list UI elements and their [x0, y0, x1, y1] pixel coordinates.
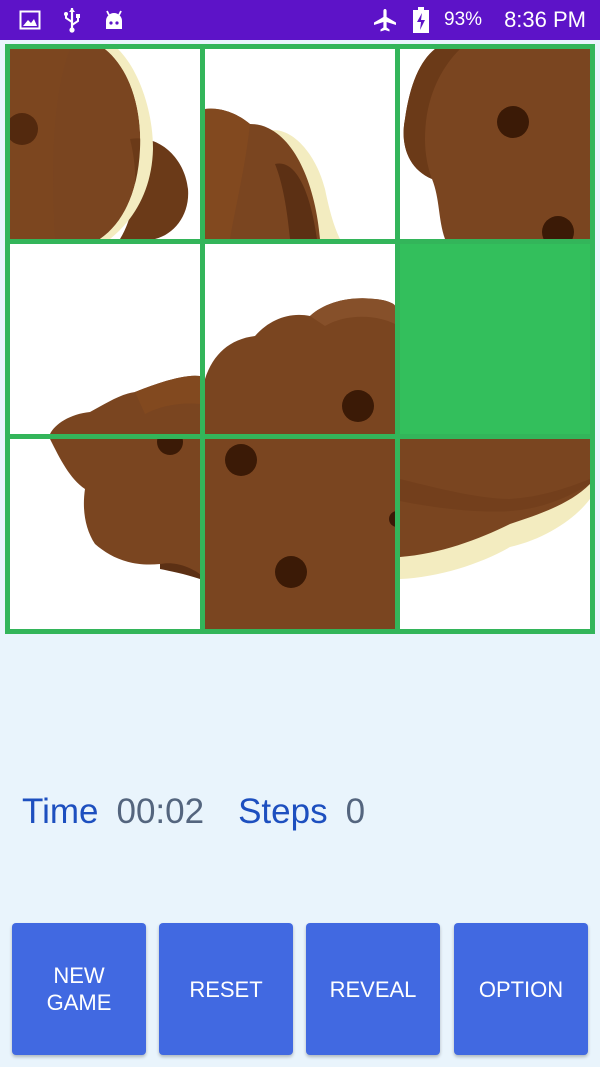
battery-charging-icon	[408, 7, 434, 33]
image-icon	[18, 8, 42, 32]
puzzle-tile[interactable]	[205, 49, 395, 239]
empty-slot	[400, 244, 590, 434]
android-icon	[102, 8, 126, 32]
airplane-mode-icon	[372, 7, 398, 33]
steps-label: Steps	[238, 792, 328, 831]
battery-percent: 93%	[444, 9, 483, 30]
action-buttons: NEW GAME RESET REVEAL OPTION	[12, 923, 590, 1055]
puzzle-tile[interactable]	[10, 244, 200, 434]
puzzle-tile[interactable]	[205, 244, 395, 434]
reset-button[interactable]: RESET	[159, 923, 293, 1055]
status-bar-notifications	[18, 7, 144, 33]
time-value: 00:02	[116, 792, 205, 831]
status-bar: 93% 8:36 PM	[0, 0, 600, 40]
game-stats: Time 00:02 Steps 0	[22, 792, 365, 838]
usb-icon	[60, 8, 84, 33]
steps-value: 0	[345, 792, 366, 831]
puzzle-tile[interactable]	[400, 49, 590, 239]
puzzle-tile[interactable]	[205, 439, 395, 629]
puzzle-tile[interactable]	[10, 49, 200, 239]
status-bar-clock: 8:36 PM	[504, 7, 586, 32]
puzzle-board	[5, 44, 595, 634]
time-label: Time	[22, 792, 99, 831]
puzzle-tile[interactable]	[400, 439, 590, 629]
option-button[interactable]: OPTION	[454, 923, 588, 1055]
puzzle-tile[interactable]	[10, 439, 200, 629]
reveal-button[interactable]: REVEAL	[306, 923, 440, 1055]
new-game-button[interactable]: NEW GAME	[12, 923, 146, 1055]
